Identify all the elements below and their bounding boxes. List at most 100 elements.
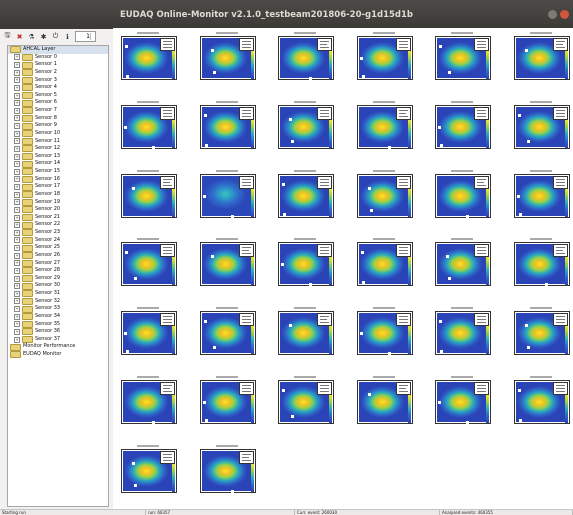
expand-icon[interactable]: + <box>14 245 20 252</box>
tree-item-sensor[interactable]: + Sensor 24 <box>8 237 108 245</box>
histogram-plot[interactable] <box>194 30 258 82</box>
expand-icon[interactable]: + <box>14 130 20 137</box>
expand-icon[interactable]: + <box>14 100 20 107</box>
histogram-plot[interactable] <box>194 168 258 220</box>
tree-item-sensor[interactable]: + Sensor 5 <box>8 92 108 100</box>
histogram-plot[interactable] <box>272 236 336 288</box>
expand-icon[interactable]: + <box>14 313 20 320</box>
histogram-plot[interactable] <box>272 168 336 220</box>
expand-icon[interactable]: + <box>14 62 20 69</box>
close-button[interactable] <box>560 10 569 19</box>
tree-item-folder[interactable]: Monitor Performance <box>8 343 108 351</box>
expand-icon[interactable]: + <box>14 260 20 267</box>
broom-icon[interactable]: ✱ <box>39 32 48 41</box>
tree-item-sensor[interactable]: + Sensor 27 <box>8 260 108 268</box>
tree-item-sensor[interactable]: + Sensor 30 <box>8 282 108 290</box>
tree-item-sensor[interactable]: + Sensor 34 <box>8 313 108 321</box>
tree-item-root[interactable]: AHCAL Layer <box>8 46 108 54</box>
tree-item-sensor[interactable]: + Sensor 23 <box>8 229 108 237</box>
histogram-plot[interactable] <box>429 305 493 357</box>
expand-icon[interactable]: + <box>14 123 20 130</box>
expand-icon[interactable]: + <box>14 161 20 168</box>
histogram-plot[interactable] <box>272 374 336 426</box>
histogram-plot[interactable] <box>194 374 258 426</box>
save-icon[interactable]: 🖫 <box>3 31 12 41</box>
tree-item-sensor[interactable]: + Sensor 8 <box>8 115 108 123</box>
histogram-plot[interactable] <box>115 374 179 426</box>
expand-icon[interactable]: + <box>14 138 20 145</box>
histogram-plot[interactable] <box>508 168 572 220</box>
tree-item-sensor[interactable]: + Sensor 19 <box>8 199 108 207</box>
expand-icon[interactable]: + <box>14 328 20 335</box>
histogram-plot[interactable] <box>429 168 493 220</box>
expand-icon[interactable]: + <box>14 321 20 328</box>
tree-item-sensor[interactable]: + Sensor 31 <box>8 290 108 298</box>
expand-icon[interactable]: + <box>14 84 20 91</box>
expand-icon[interactable]: + <box>14 283 20 290</box>
expand-icon[interactable]: + <box>14 267 20 274</box>
expand-icon[interactable]: + <box>14 153 20 160</box>
expand-icon[interactable]: + <box>14 214 20 221</box>
tree-item-sensor[interactable]: + Sensor 36 <box>8 328 108 336</box>
tree-item-sensor[interactable]: + Sensor 29 <box>8 275 108 283</box>
expand-icon[interactable]: + <box>14 107 20 114</box>
tree-item-sensor[interactable]: + Sensor 10 <box>8 130 108 138</box>
tree-item-sensor[interactable]: + Sensor 12 <box>8 145 108 153</box>
histogram-plot[interactable] <box>351 99 415 151</box>
tree-item-sensor[interactable]: + Sensor 7 <box>8 107 108 115</box>
histogram-plot[interactable] <box>115 305 179 357</box>
histogram-plot[interactable] <box>351 374 415 426</box>
histogram-plot[interactable] <box>115 236 179 288</box>
expand-icon[interactable]: + <box>14 54 20 61</box>
tree-item-sensor[interactable]: + Sensor 28 <box>8 267 108 275</box>
expand-icon[interactable]: + <box>14 199 20 206</box>
histogram-plot[interactable] <box>194 236 258 288</box>
expand-icon[interactable]: + <box>14 115 20 122</box>
histogram-plot[interactable] <box>351 168 415 220</box>
expand-icon[interactable]: + <box>14 306 20 313</box>
tree-item-sensor[interactable]: + Sensor 14 <box>8 160 108 168</box>
update-spinbox[interactable]: 1 <box>75 31 96 42</box>
expand-icon[interactable]: + <box>14 69 20 76</box>
tree-item-sensor[interactable]: + Sensor 3 <box>8 77 108 85</box>
tree-item-sensor[interactable]: + Sensor 2 <box>8 69 108 77</box>
histogram-plot[interactable] <box>115 168 179 220</box>
histogram-canvas[interactable] <box>113 28 573 509</box>
histogram-plot[interactable] <box>508 30 572 82</box>
tree-item-sensor[interactable]: + Sensor 16 <box>8 176 108 184</box>
histogram-plot[interactable] <box>429 236 493 288</box>
histogram-plot[interactable] <box>272 99 336 151</box>
histogram-plot[interactable] <box>351 30 415 82</box>
expand-icon[interactable]: + <box>14 206 20 213</box>
tree-item-sensor[interactable]: + Sensor 37 <box>8 336 108 344</box>
histogram-plot[interactable] <box>272 30 336 82</box>
close-x-icon[interactable]: ✖ <box>15 32 24 41</box>
tree-item-sensor[interactable]: + Sensor 21 <box>8 214 108 222</box>
tree-item-sensor[interactable]: + Sensor 9 <box>8 122 108 130</box>
histogram-plot[interactable] <box>429 99 493 151</box>
tree-item-sensor[interactable]: + Sensor 13 <box>8 153 108 161</box>
histogram-plot[interactable] <box>351 236 415 288</box>
histogram-plot[interactable] <box>429 374 493 426</box>
expand-icon[interactable]: + <box>14 275 20 282</box>
filter-icon[interactable]: ⚗ <box>27 32 36 41</box>
expand-icon[interactable]: + <box>14 298 20 305</box>
histogram-plot[interactable] <box>429 30 493 82</box>
tree-item-sensor[interactable]: + Sensor 1 <box>8 61 108 69</box>
tree-item-sensor[interactable]: + Sensor 25 <box>8 244 108 252</box>
expand-icon[interactable]: + <box>14 336 20 343</box>
expand-icon[interactable]: + <box>14 77 20 84</box>
histogram-plot[interactable] <box>194 99 258 151</box>
histogram-plot[interactable] <box>508 305 572 357</box>
tree-item-sensor[interactable]: + Sensor 4 <box>8 84 108 92</box>
tree-item-sensor[interactable]: + Sensor 26 <box>8 252 108 260</box>
expand-icon[interactable]: + <box>14 252 20 259</box>
histogram-plot[interactable] <box>351 305 415 357</box>
tree-item-sensor[interactable]: + Sensor 11 <box>8 138 108 146</box>
expand-icon[interactable]: + <box>14 229 20 236</box>
tree-item-sensor[interactable]: + Sensor 20 <box>8 206 108 214</box>
histogram-plot[interactable] <box>115 443 179 495</box>
tree-item-sensor[interactable]: + Sensor 0 <box>8 54 108 62</box>
histogram-plot[interactable] <box>115 99 179 151</box>
histogram-plot[interactable] <box>272 305 336 357</box>
